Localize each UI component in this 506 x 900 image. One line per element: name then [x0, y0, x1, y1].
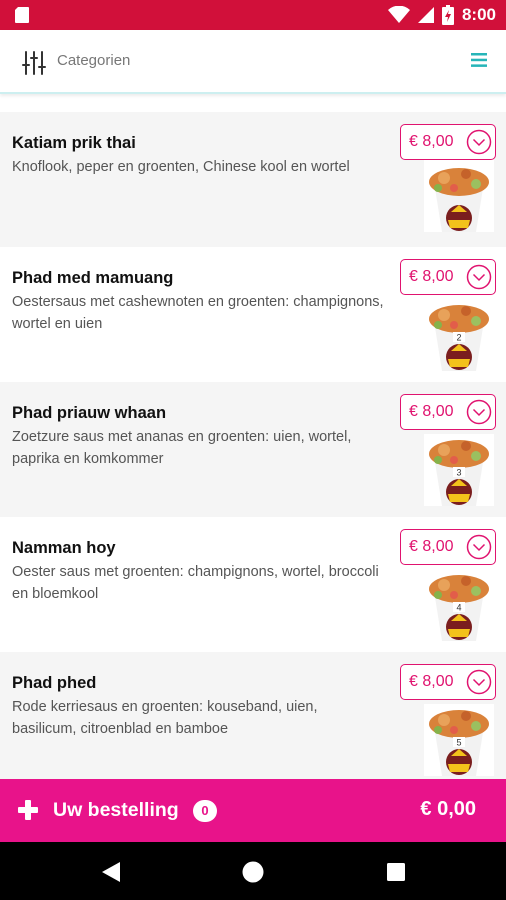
item-price: € 8,00: [409, 538, 454, 555]
signal-icon: [417, 7, 434, 23]
categories-label[interactable]: Categorien: [57, 52, 130, 69]
thumb-number: 5: [456, 738, 461, 748]
item-name: Phad priauw whaan: [12, 404, 167, 422]
order-label: Uw bestelling: [53, 799, 179, 821]
dish-thumbnail: 3: [424, 434, 494, 506]
plus-icon: [18, 800, 38, 820]
chevron-down-icon[interactable]: [466, 129, 492, 155]
back-icon[interactable]: [101, 861, 121, 883]
navigation-bar: [0, 842, 506, 900]
list-item[interactable]: Katiam prik thai Knoflook, peper en groe…: [0, 112, 506, 247]
wifi-icon: [387, 6, 410, 23]
thumb-number: 3: [456, 468, 461, 478]
price-button[interactable]: € 8,00: [400, 124, 496, 160]
item-description: Oestersaus met cashewnoten en groenten: …: [12, 294, 384, 332]
dish-thumbnail: 2: [424, 299, 494, 371]
status-time: 8:00: [461, 5, 496, 24]
thumb-number: 4: [456, 603, 461, 613]
item-name: Phad phed: [12, 674, 97, 692]
chevron-down-icon[interactable]: [466, 534, 492, 560]
sd-card-icon: [15, 7, 29, 23]
list-item[interactable]: Phad priauw whaan Zoetzure saus met anan…: [0, 382, 506, 517]
order-count-badge: 0: [193, 800, 217, 822]
chevron-down-icon[interactable]: [466, 264, 492, 290]
price-button[interactable]: € 8,00: [400, 529, 496, 565]
item-name: Katiam prik thai: [12, 134, 136, 152]
item-description: Knoflook, peper en groenten, Chinese koo…: [12, 159, 350, 175]
recent-apps-icon[interactable]: [387, 863, 405, 881]
home-icon[interactable]: [242, 861, 264, 883]
price-button[interactable]: € 8,00: [400, 664, 496, 700]
item-name: Phad med mamuang: [12, 269, 174, 287]
item-price: € 8,00: [409, 403, 454, 420]
chevron-down-icon[interactable]: [466, 399, 492, 425]
item-description: Rode kerriesaus en groenten: kouseband, …: [12, 699, 318, 737]
dish-thumbnail: [424, 160, 494, 232]
item-price: € 8,00: [409, 133, 454, 150]
item-description: Oester saus met groenten: champignons, w…: [12, 564, 379, 602]
item-description: Zoetzure saus met ananas en groenten: ui…: [12, 429, 352, 467]
price-button[interactable]: € 8,00: [400, 394, 496, 430]
item-name: Namman hoy: [12, 539, 116, 557]
item-price: € 8,00: [409, 268, 454, 285]
item-price: € 8,00: [409, 673, 454, 690]
list-item[interactable]: Phad phed Rode kerriesaus en groenten: k…: [0, 652, 506, 787]
hamburger-menu-icon[interactable]: [471, 52, 487, 68]
thumb-number: 2: [456, 333, 461, 343]
order-bar[interactable]: Uw bestelling 0 € 0,00: [0, 779, 506, 842]
list-item[interactable]: Phad med mamuang Oestersaus met cashewno…: [0, 247, 506, 382]
dish-thumbnail: 5: [424, 704, 494, 776]
status-bar: 8:00: [0, 0, 506, 30]
chevron-down-icon[interactable]: [466, 669, 492, 695]
price-button[interactable]: € 8,00: [400, 259, 496, 295]
list-item[interactable]: Namman hoy Oester saus met groenten: cha…: [0, 517, 506, 652]
battery-icon: [441, 5, 454, 25]
order-total: € 0,00: [420, 798, 476, 820]
dish-thumbnail: 4: [424, 569, 494, 641]
sliders-icon[interactable]: [22, 50, 46, 76]
header-bar: Categorien: [0, 30, 506, 94]
status-icons: 8:00: [387, 4, 496, 26]
product-list: Katiam prik thai Knoflook, peper en groe…: [0, 112, 506, 787]
